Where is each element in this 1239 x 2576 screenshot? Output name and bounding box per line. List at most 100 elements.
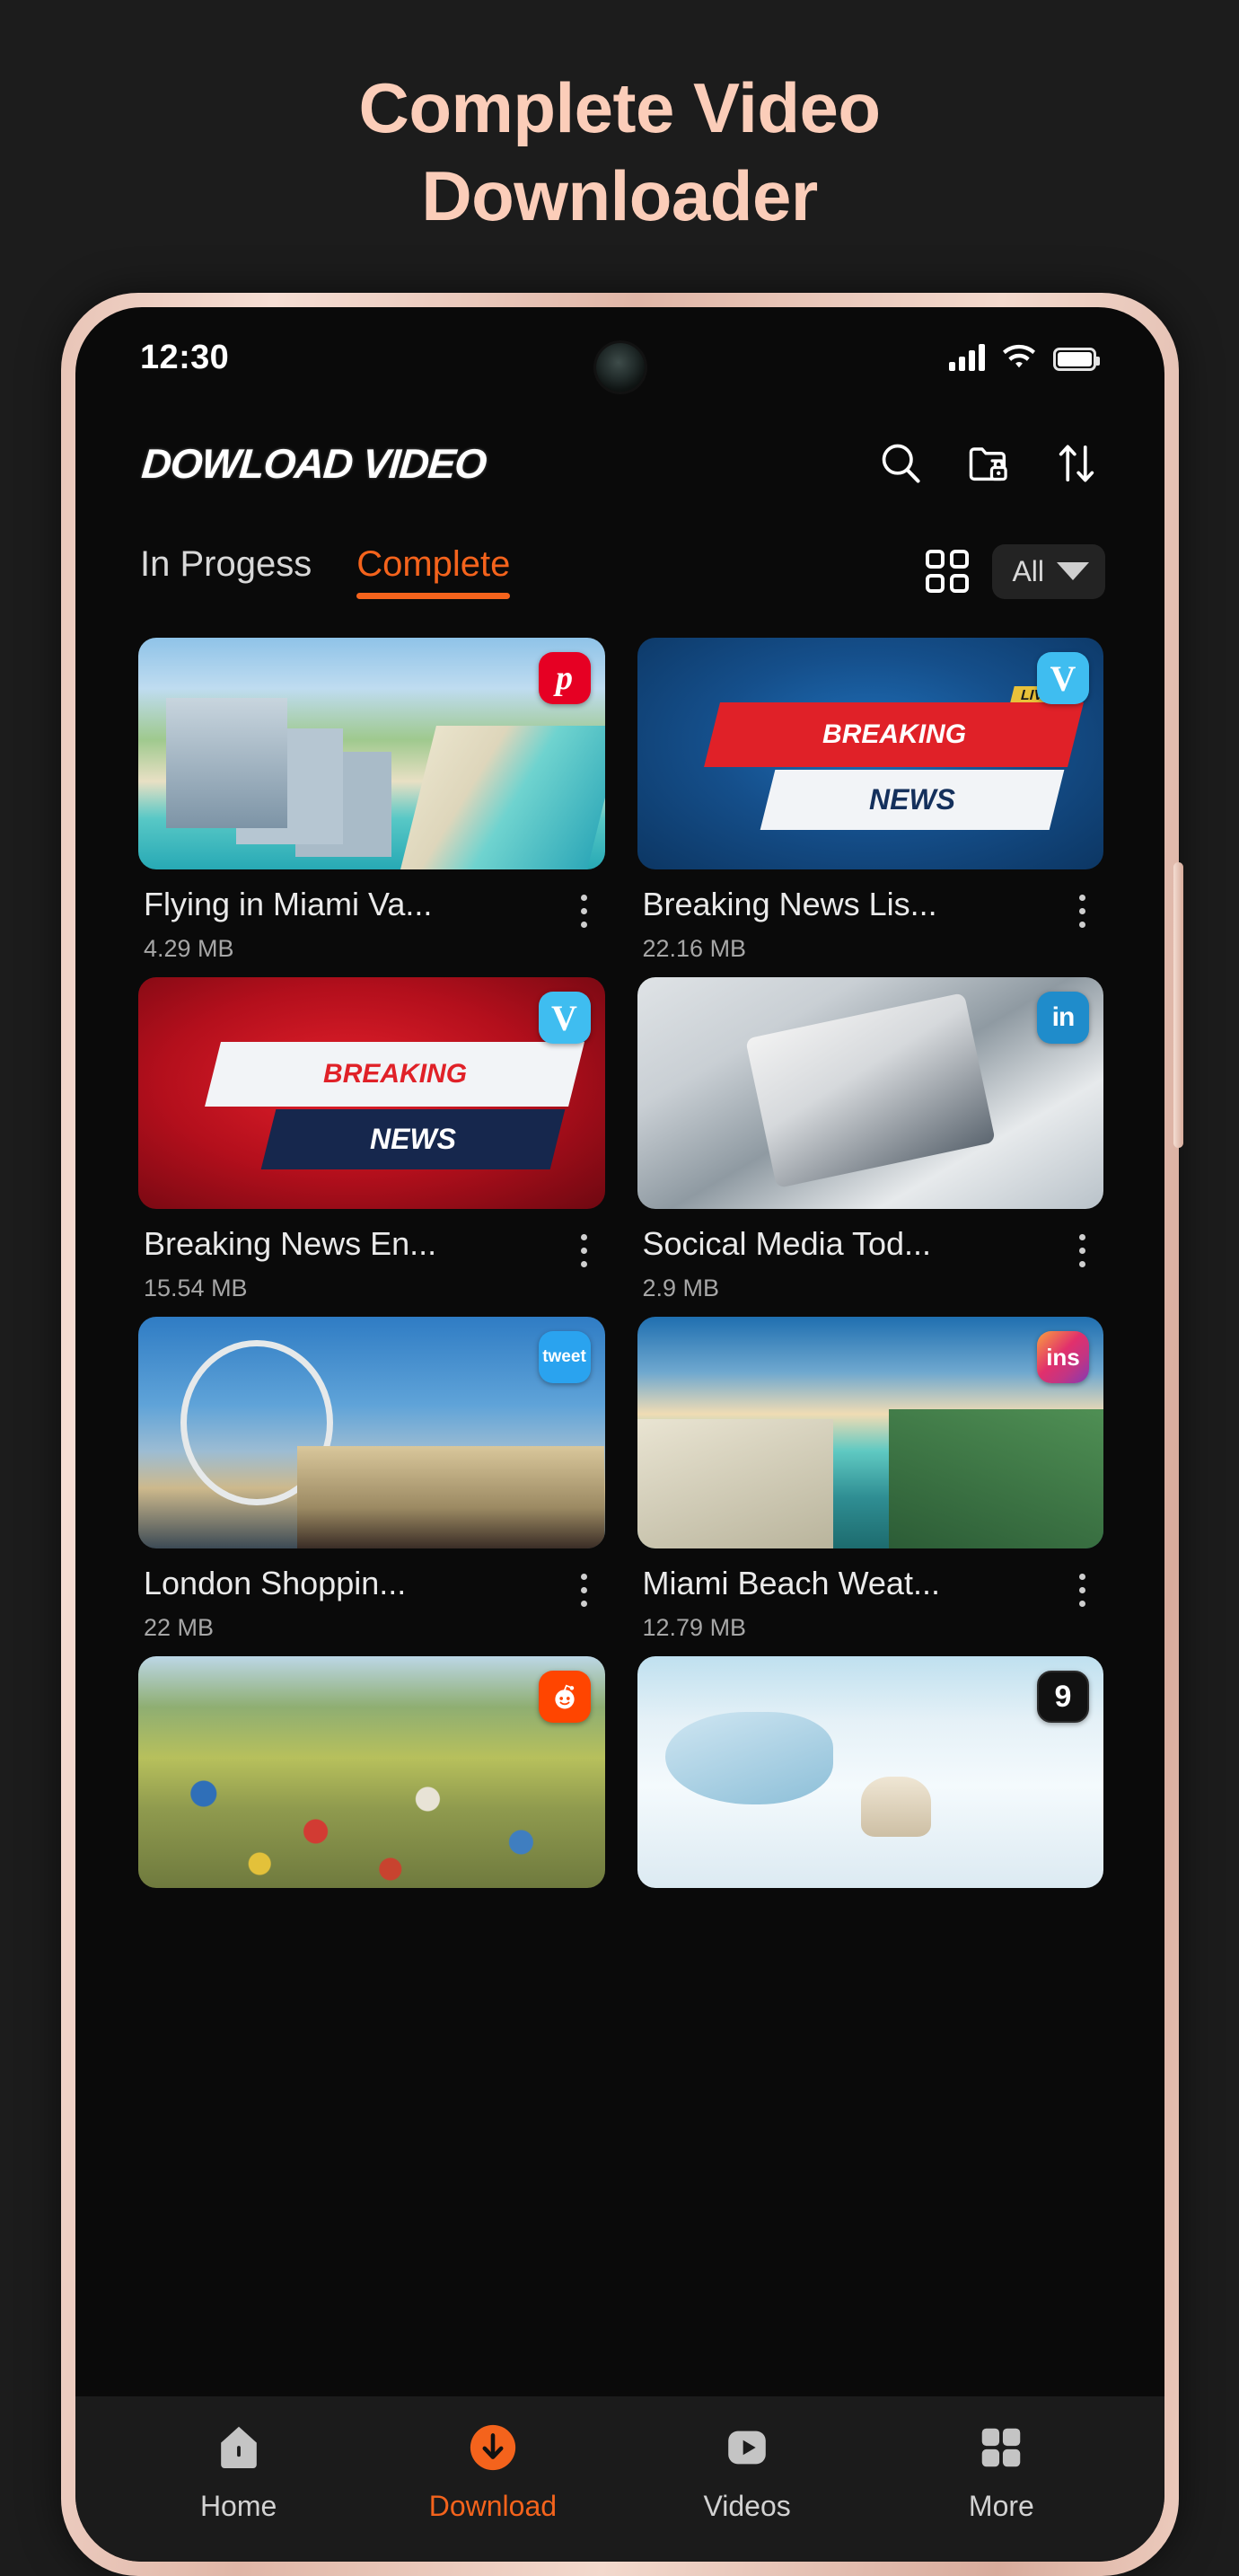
video-meta: Flying in Miami Va... 4.29 MB — [138, 869, 605, 963]
video-thumbnail[interactable]: p — [138, 638, 605, 869]
video-options-button[interactable] — [1061, 884, 1100, 928]
nav-item-download[interactable]: Download — [365, 2422, 620, 2523]
sort-arrows-icon[interactable] — [1053, 440, 1100, 487]
chevron-down-icon — [1057, 562, 1089, 580]
video-card[interactable]: in Socical Media Tod... 2.9 MB — [637, 977, 1104, 1302]
download-arrow-icon — [470, 2424, 516, 2470]
thumbnail-art — [637, 1656, 1103, 1888]
video-size: 4.29 MB — [144, 935, 234, 962]
phone-side-button[interactable] — [1173, 862, 1183, 1148]
video-card[interactable]: tweet London Shoppin... 22 MB — [138, 1317, 605, 1642]
reddit-glyph-icon — [554, 1684, 575, 1709]
video-thumbnail[interactable]: ins — [637, 1317, 1103, 1548]
video-card[interactable]: BREAKING NEWS V Breaking News En... 15.5… — [138, 977, 605, 1302]
tab-in-progress[interactable]: In Progess — [140, 544, 312, 599]
thumbnail-art — [138, 638, 605, 869]
locked-folder-icon[interactable] — [965, 440, 1012, 487]
status-icons — [949, 344, 1100, 371]
video-options-button[interactable] — [563, 1223, 602, 1267]
video-title: Breaking News En... — [144, 1225, 437, 1262]
phone-screen: 12:30 DOWLOAD VIDEO In Progess Complete … — [75, 307, 1164, 2562]
tab-list: In Progess Complete — [140, 544, 511, 599]
video-size: 12.79 MB — [642, 1614, 747, 1641]
video-grid: p Flying in Miami Va... 4.29 MB LIVE BRE… — [75, 623, 1164, 1888]
nav-label-download: Download — [428, 2489, 558, 2522]
tabs-right-controls: All — [926, 543, 1105, 599]
video-card[interactable]: p Flying in Miami Va... 4.29 MB — [138, 638, 605, 963]
promo-headline-line1: Complete Video — [358, 68, 881, 147]
nav-label-more: More — [968, 2489, 1034, 2522]
source-badge-vimeo: V — [1037, 652, 1089, 704]
thumbnail-art — [637, 977, 1103, 1209]
video-title: Breaking News Lis... — [642, 886, 937, 922]
source-badge-9gag: 9 — [1037, 1671, 1089, 1723]
phone-mockup: 12:30 DOWLOAD VIDEO In Progess Complete … — [61, 293, 1183, 2576]
video-thumbnail[interactable]: 9 — [637, 1656, 1103, 1888]
nav-item-home[interactable]: Home — [111, 2422, 365, 2523]
news-banner: NEWS — [760, 770, 1065, 831]
video-title: Miami Beach Weat... — [642, 1565, 940, 1601]
source-badge-linkedin: in — [1037, 992, 1089, 1044]
search-icon[interactable] — [877, 440, 924, 487]
video-size: 2.9 MB — [642, 1275, 720, 1301]
video-options-button[interactable] — [1061, 1223, 1100, 1267]
nav-item-more[interactable]: More — [874, 2422, 1129, 2523]
video-title: London Shoppin... — [144, 1565, 407, 1601]
video-meta: Breaking News Lis... 22.16 MB — [637, 869, 1104, 963]
bottom-navigation: Home Download Videos More — [75, 2396, 1164, 2562]
source-badge-reddit — [538, 1671, 591, 1723]
video-size: 22 MB — [144, 1614, 215, 1641]
source-badge-pinterest: p — [538, 652, 591, 704]
status-time: 12:30 — [140, 338, 230, 376]
source-badge-instagram: ins — [1037, 1331, 1089, 1383]
promo-headline: Complete Video Downloader — [0, 0, 1239, 240]
video-thumbnail[interactable] — [138, 1656, 605, 1888]
video-options-button[interactable] — [563, 1563, 602, 1607]
signal-bars-icon — [949, 344, 985, 371]
video-meta: Miami Beach Weat... 12.79 MB — [637, 1548, 1104, 1642]
home-icon — [220, 2426, 257, 2468]
video-card[interactable]: LIVE BREAKING NEWS V Breaking News Lis..… — [637, 638, 1104, 963]
wifi-icon — [1003, 344, 1035, 368]
breaking-banner: BREAKING — [703, 702, 1084, 768]
video-thumbnail[interactable]: BREAKING NEWS V — [138, 977, 605, 1209]
header-actions — [877, 440, 1100, 487]
video-meta: Socical Media Tod... 2.9 MB — [637, 1209, 1104, 1302]
app-logo: DOWLOAD VIDEO — [139, 440, 488, 487]
grid-view-icon[interactable] — [926, 550, 970, 593]
video-card[interactable]: ins Miami Beach Weat... 12.79 MB — [637, 1317, 1104, 1642]
video-size: 15.54 MB — [144, 1275, 248, 1301]
nav-item-videos[interactable]: Videos — [620, 2422, 874, 2523]
tab-complete[interactable]: Complete — [356, 544, 511, 599]
video-play-icon — [728, 2430, 766, 2464]
nav-label-videos: Videos — [703, 2489, 791, 2522]
app-header: DOWLOAD VIDEO — [75, 408, 1164, 519]
thumbnail-art — [637, 1317, 1103, 1548]
more-grid-icon — [982, 2428, 1021, 2466]
video-thumbnail[interactable]: in — [637, 977, 1103, 1209]
source-badge-vimeo: V — [538, 992, 591, 1044]
video-card[interactable] — [138, 1656, 605, 1888]
news-banner: NEWS — [261, 1109, 566, 1170]
video-options-button[interactable] — [1061, 1563, 1100, 1607]
video-title: Socical Media Tod... — [642, 1225, 932, 1262]
video-options-button[interactable] — [563, 884, 602, 928]
breaking-banner: BREAKING — [205, 1042, 585, 1107]
video-thumbnail[interactable]: LIVE BREAKING NEWS V — [637, 638, 1103, 869]
promo-headline-line2: Downloader — [421, 155, 818, 235]
filter-dropdown[interactable]: All — [992, 543, 1105, 599]
video-card[interactable]: 9 — [637, 1656, 1103, 1888]
thumbnail-art — [138, 1317, 605, 1548]
front-camera-punch-hole — [595, 343, 645, 392]
tabs-row: In Progess Complete All — [75, 519, 1164, 623]
video-meta: Breaking News En... 15.54 MB — [138, 1209, 605, 1302]
filter-dropdown-label: All — [1012, 554, 1044, 587]
thumbnail-art — [138, 1656, 605, 1888]
video-size: 22.16 MB — [642, 935, 747, 962]
video-meta: London Shoppin... 22 MB — [138, 1548, 605, 1642]
battery-full-icon — [1053, 348, 1100, 371]
video-title: Flying in Miami Va... — [144, 886, 433, 922]
nav-label-home: Home — [199, 2489, 277, 2522]
video-thumbnail[interactable]: tweet — [138, 1317, 605, 1548]
status-bar: 12:30 — [75, 307, 1164, 408]
